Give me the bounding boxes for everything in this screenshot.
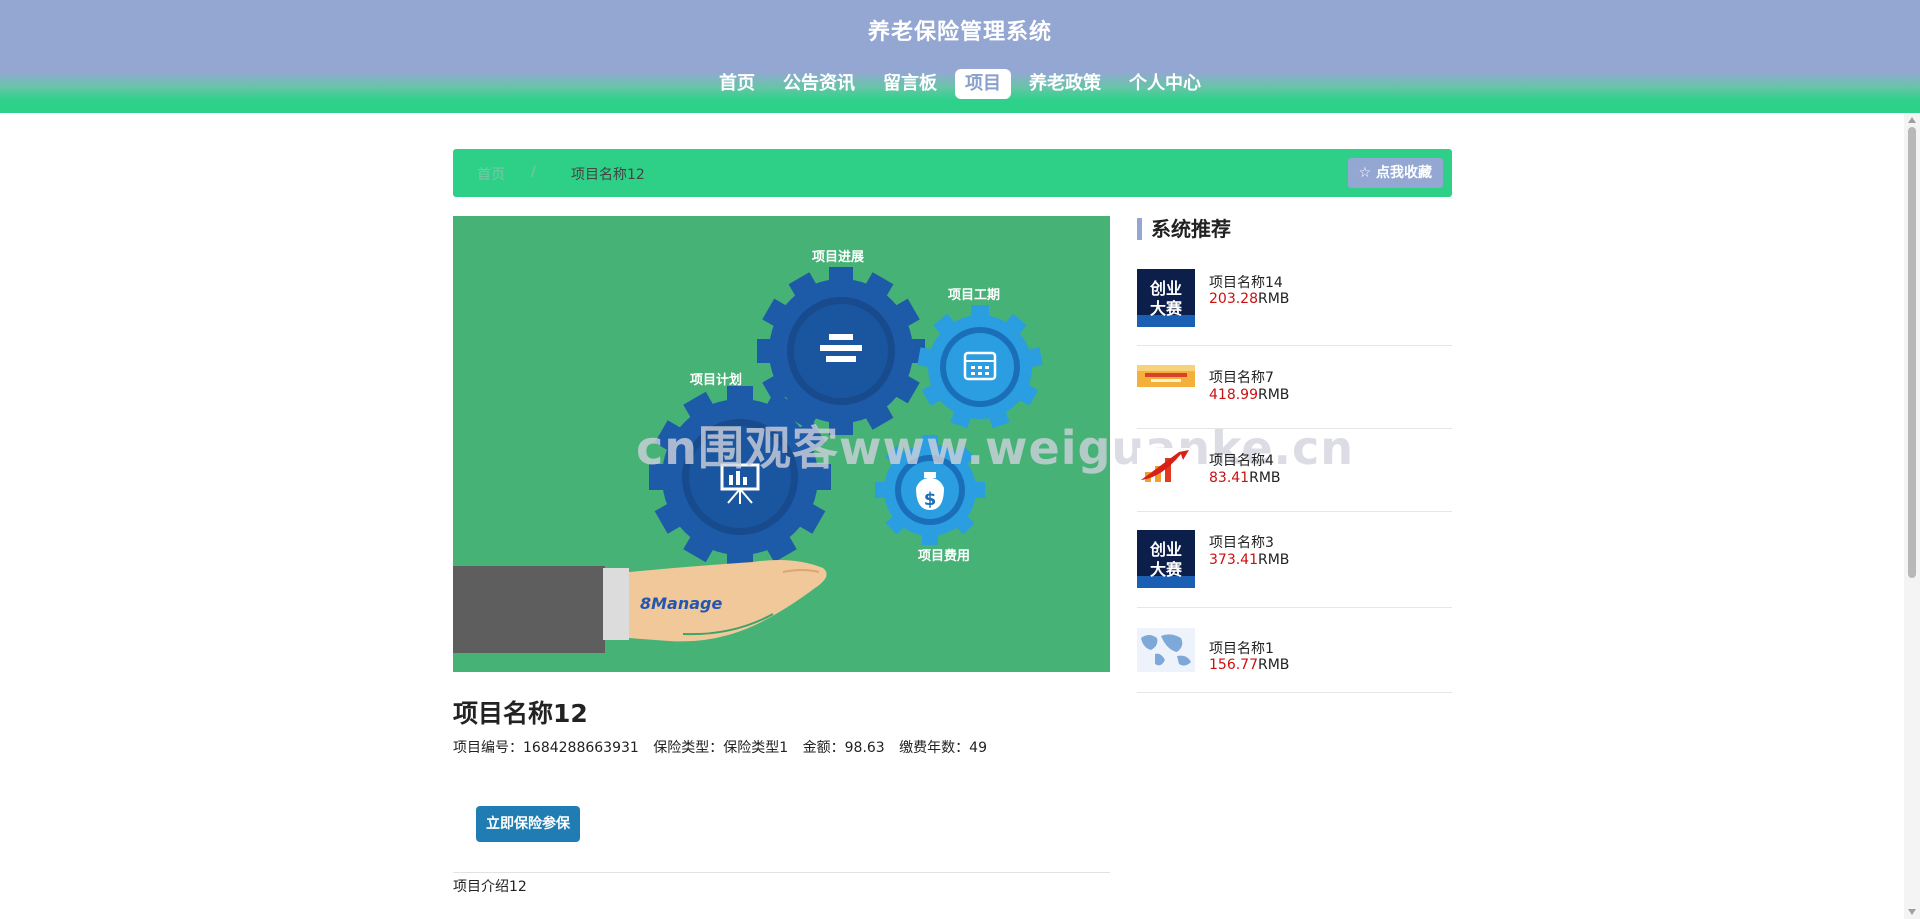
recommend-item-price: 373.41RMB <box>1209 552 1290 568</box>
recommend-item-price: 156.77RMB <box>1209 657 1290 673</box>
site-header: 养老保险管理系统 首页 公告资讯 留言板 项目 养老政策 个人中心 <box>0 0 1920 113</box>
svg-text:大赛: 大赛 <box>1150 560 1183 579</box>
recommend-item-price: 418.99RMB <box>1209 387 1290 403</box>
recommend-title: 系统推荐 <box>1137 218 1231 240</box>
insurance-type-value: 保险类型1 <box>723 740 789 756</box>
recommend-item-name[interactable]: 项目名称14 <box>1209 272 1283 292</box>
item-title: 项目名称12 <box>453 699 588 728</box>
breadcrumb: 首页 / 项目名称12 ☆ 点我收藏 <box>453 149 1452 197</box>
recommend-item-name[interactable]: 项目名称4 <box>1209 450 1274 470</box>
world-map-icon <box>1137 628 1195 672</box>
item-intro: 项目介绍12 <box>453 879 527 895</box>
nav-personal-center[interactable]: 个人中心 <box>1119 69 1211 99</box>
label-plan: 项目计划 <box>690 372 742 388</box>
label-schedule: 项目工期 <box>948 288 1000 303</box>
brand-8manage: 8Manage <box>640 594 722 613</box>
amount-value: 98.63 <box>844 740 885 756</box>
page-scrollbar[interactable] <box>1904 113 1920 919</box>
recommend-thumbnail[interactable]: 创业 大赛 <box>1137 530 1195 588</box>
svg-text:创业: 创业 <box>1149 279 1182 298</box>
site-title: 养老保险管理系统 <box>867 20 1052 45</box>
label-cost: 项目费用 <box>918 548 970 564</box>
recommend-item-price: 83.41RMB <box>1209 470 1281 486</box>
scroll-down-arrow-icon[interactable] <box>1908 909 1916 915</box>
section-divider <box>453 872 1110 873</box>
recommend-item-name[interactable]: 项目名称3 <box>1209 532 1274 552</box>
recommend-item-price: 203.28RMB <box>1209 291 1290 307</box>
nav-pension-policy[interactable]: 养老政策 <box>1019 69 1111 99</box>
main-nav: 首页 公告资讯 留言板 项目 养老政策 个人中心 <box>0 69 1920 99</box>
item-code-value: 1684288663931 <box>523 740 639 756</box>
svg-text:$: $ <box>924 489 937 510</box>
join-insurance-button[interactable]: 立即保险参保 <box>476 806 580 842</box>
scroll-up-arrow-icon[interactable] <box>1908 117 1916 123</box>
nav-home[interactable]: 首页 <box>709 69 765 99</box>
nav-message-board[interactable]: 留言板 <box>873 69 947 99</box>
growth-chart-icon <box>1137 448 1195 488</box>
breadcrumb-home-link[interactable]: 首页 <box>477 164 505 184</box>
insurance-type-label: 保险类型： <box>653 740 724 756</box>
recommend-thumbnail[interactable] <box>1137 365 1195 387</box>
item-meta: 项目编号：1684288663931 保险类型：保险类型1 金额：98.63 缴… <box>453 737 997 757</box>
breadcrumb-current: 项目名称12 <box>571 167 645 183</box>
breadcrumb-separator: / <box>531 164 536 180</box>
recommend-item-name[interactable]: 项目名称1 <box>1209 638 1274 658</box>
nav-announcements[interactable]: 公告资讯 <box>773 69 865 99</box>
scroll-thumb[interactable] <box>1908 127 1916 578</box>
payment-years-label: 缴费年数： <box>899 740 970 756</box>
favorite-button[interactable]: ☆ 点我收藏 <box>1347 158 1443 188</box>
nav-projects[interactable]: 项目 <box>955 69 1011 99</box>
label-progress: 项目进展 <box>812 250 865 265</box>
item-code-label: 项目编号： <box>453 740 523 756</box>
contest-banner-icon: 创业 大赛 <box>1137 530 1195 588</box>
recommend-thumbnail[interactable] <box>1137 448 1195 488</box>
payment-years-value: 49 <box>969 740 987 756</box>
svg-text:大赛: 大赛 <box>1150 299 1183 318</box>
recommend-thumbnail[interactable]: 创业 大赛 <box>1137 269 1195 327</box>
recommend-thumbnail[interactable] <box>1137 628 1195 672</box>
recommend-item-name[interactable]: 项目名称7 <box>1209 367 1274 387</box>
amount-label: 金额： <box>802 740 845 756</box>
svg-text:创业: 创业 <box>1149 540 1182 559</box>
contest-banner-icon: 创业 大赛 <box>1137 269 1195 327</box>
banner-thumbnail-icon <box>1137 365 1195 387</box>
